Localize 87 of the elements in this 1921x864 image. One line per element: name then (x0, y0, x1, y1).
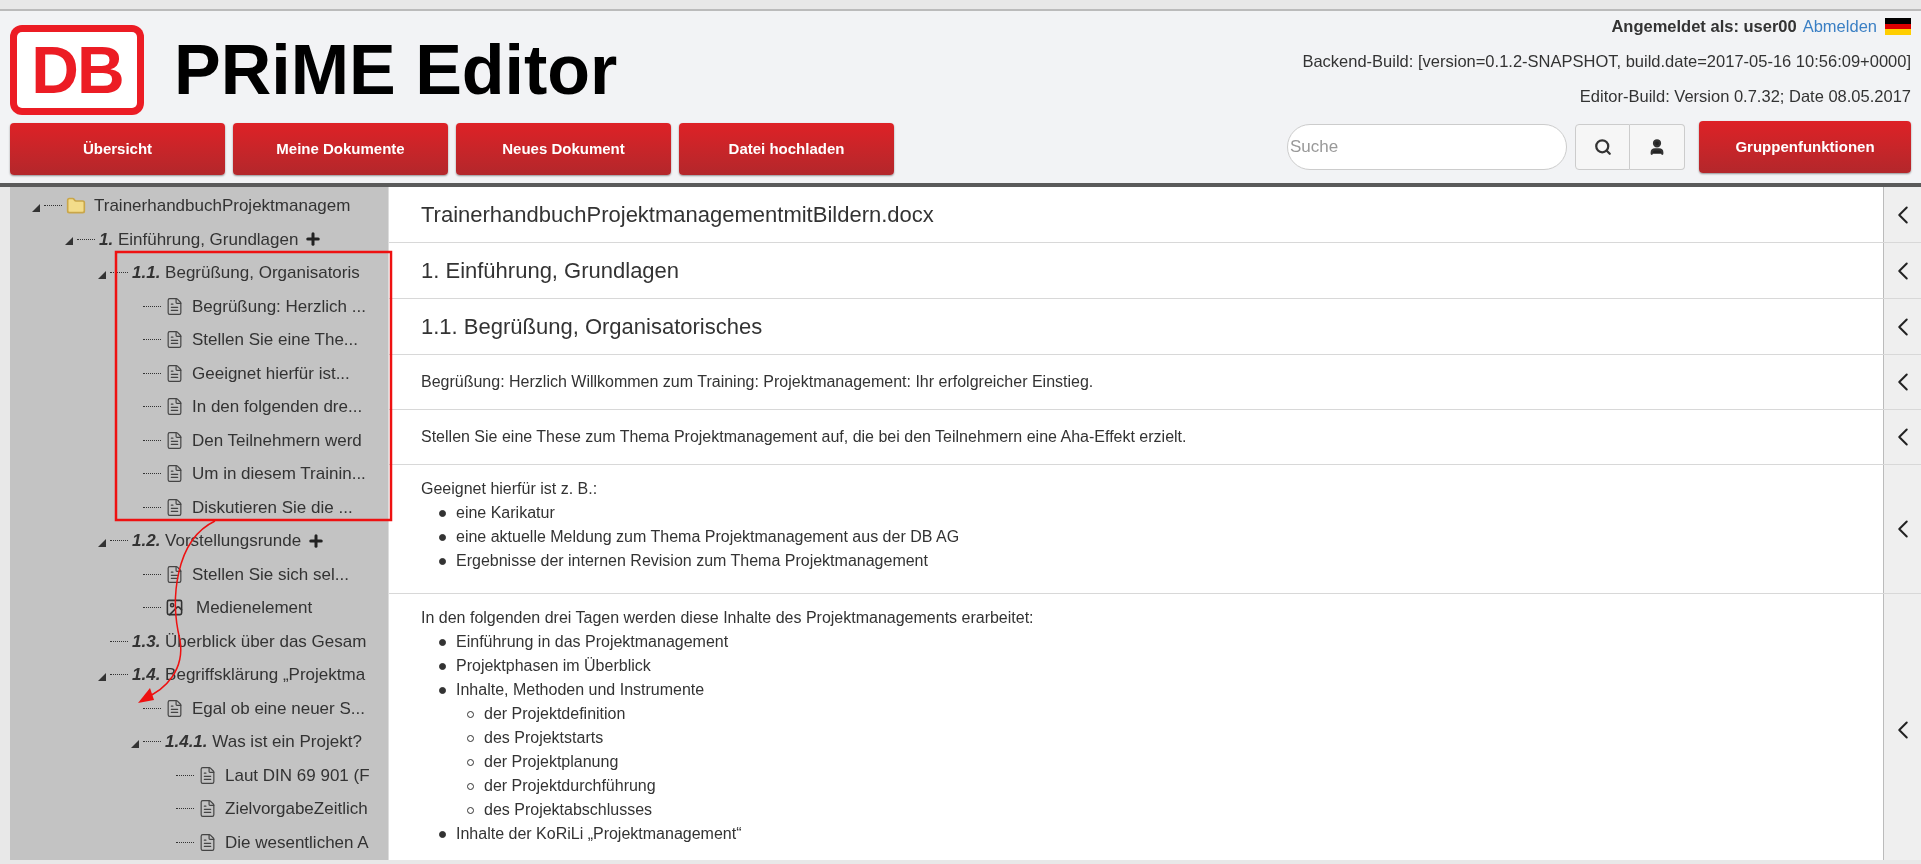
document-icon (165, 330, 184, 350)
bullet-icon (467, 806, 474, 814)
user-icon (1648, 138, 1666, 157)
flag-icon (1885, 17, 1911, 35)
section-heading: 1. Einführung, Grundlagen (421, 257, 680, 285)
document-icon (165, 497, 184, 517)
document-icon (198, 832, 217, 852)
app-title: PRiME Editor (174, 35, 618, 105)
list-item-text: Projektphasen im Überblick (456, 656, 651, 676)
bullet-icon (439, 830, 446, 838)
nav-button[interactable]: Neues Dokument (456, 123, 671, 175)
paragraph-text: In den folgenden drei Tagen werden diese Inhalte des Projektmanagements erarbeitet: (421, 608, 1035, 628)
list-item-text: Inhalte der KoRiLi „Projektmanagement“ (456, 824, 742, 844)
caret-icon[interactable] (65, 237, 73, 246)
plus-icon[interactable] (307, 531, 326, 550)
list-item-text: des Projektstarts (484, 728, 604, 748)
document-icon (198, 765, 217, 785)
tree-item[interactable]: In den folgenden dre... (192, 394, 363, 420)
list-item-text: der Projektdefinition (484, 704, 626, 724)
bullet-icon (439, 557, 446, 565)
bullet-icon (467, 758, 474, 766)
bullet-icon (467, 710, 474, 718)
caret-icon[interactable] (98, 538, 106, 547)
tree-item[interactable]: Den Teilnehmern werd (192, 427, 362, 453)
document-icon (165, 430, 184, 450)
caret-icon[interactable] (131, 739, 139, 748)
bullet-icon (439, 533, 446, 541)
tree-item[interactable]: 1.1. Begrüßung, Organisatoris (132, 260, 360, 286)
tree-item[interactable]: Stellen Sie sich sel... (192, 561, 349, 587)
bullet-icon (439, 509, 446, 517)
paragraph-text: Stellen Sie eine These zum Thema Projektmanagement auf, die bei den Teilnehmern eine Aha-Effekt erzielt. (421, 427, 1187, 447)
tree-item[interactable]: Begrüßung: Herzlich ... (192, 293, 366, 319)
list-item-text: Einführung in das Projektmanagement (456, 632, 729, 652)
tree-item[interactable]: Geeignet hierfür ist... (192, 360, 350, 386)
document-title: TrainerhandbuchProjektmanagementmitBildern.docx (421, 201, 934, 229)
list-item-text: der Projektdurchführung (484, 776, 656, 796)
document-icon (165, 296, 184, 316)
plus-icon[interactable] (304, 230, 323, 249)
tree-item[interactable]: Medienelement (196, 595, 313, 621)
list-item-text: Inhalte, Methoden und Instrumente (456, 680, 705, 700)
tree-item[interactable]: Egal ob eine neuer S... (192, 695, 365, 721)
editor-build: Editor-Build: Version 0.7.32; Date 08.05.2017 (1579, 85, 1911, 107)
document-icon (198, 799, 217, 819)
caret-icon[interactable] (98, 270, 106, 279)
backend-build: Backend-Build: [version=0.1.2-SNAPSHOT, build.date=2017-05-16 10:56:09+0000] (1302, 50, 1911, 72)
caret-icon[interactable] (98, 672, 106, 681)
image-icon (165, 598, 184, 618)
section-heading: 1.1. Begrüßung, Organisatorisches (421, 313, 763, 341)
nav-button[interactable]: Übersicht (10, 123, 225, 175)
tree-item[interactable]: Stellen Sie eine The... (192, 327, 358, 353)
list-item-text: eine aktuelle Meldung zum Thema Projektmanagement aus der DB AG (456, 527, 960, 547)
nav-button[interactable]: Meine Dokumente (233, 123, 448, 175)
document-icon (165, 564, 184, 584)
tree-item[interactable]: Um in diesem Trainin... (192, 461, 366, 487)
search-field[interactable]: Suche (1287, 124, 1567, 171)
caret-icon[interactable] (32, 203, 40, 212)
document-icon (165, 397, 184, 417)
paragraph-text: Begrüßung: Herzlich Willkommen zum Training: Projektmanagement: Ihr erfolgreicher Einstieg. (421, 372, 1094, 392)
login-status: Angemeldet als: user00 (1611, 16, 1797, 37)
tree-item[interactable]: Die wesentlichen A (225, 829, 369, 855)
group-functions-button[interactable]: Gruppenfunktionen (1699, 121, 1911, 174)
tree-item[interactable]: 1. Einführung, Grundlagen (99, 226, 299, 252)
list-item-text: Ergebnisse der internen Revision zum Thema Projektmanagement (456, 551, 928, 571)
tree-item[interactable]: Laut DIN 69 901 (F (225, 762, 370, 788)
list-item-text: der Projektplanung (484, 752, 619, 772)
document-icon (165, 698, 184, 718)
bullet-icon (439, 638, 446, 646)
tree-item[interactable]: TrainerhandbuchProjektmanagem (94, 193, 351, 219)
bullet-icon (467, 734, 474, 742)
folder-icon (66, 195, 86, 216)
bullet-icon (439, 662, 446, 670)
tree-item[interactable]: Diskutieren Sie die ... (192, 494, 353, 520)
document-icon (165, 363, 184, 383)
list-item-text: des Projektabschlusses (484, 800, 653, 820)
list-item-text: eine Karikatur (456, 503, 555, 523)
logout-link[interactable]: Abmelden (1802, 14, 1877, 39)
bullet-icon (439, 686, 446, 694)
tree-item[interactable]: 1.4.1. Was ist ein Projekt? (165, 729, 362, 755)
nav-button[interactable]: Datei hochladen (679, 123, 894, 175)
user-button[interactable] (1630, 124, 1685, 171)
paragraph-text: Geeignet hierfür ist z. B.: (421, 479, 599, 499)
bullet-icon (467, 782, 474, 790)
logo: DB (10, 25, 144, 115)
document-icon (165, 464, 184, 484)
search-button[interactable] (1575, 124, 1630, 171)
search-icon (1593, 138, 1612, 157)
tree-item[interactable]: ZielvorgabeZeitlich (225, 796, 368, 822)
